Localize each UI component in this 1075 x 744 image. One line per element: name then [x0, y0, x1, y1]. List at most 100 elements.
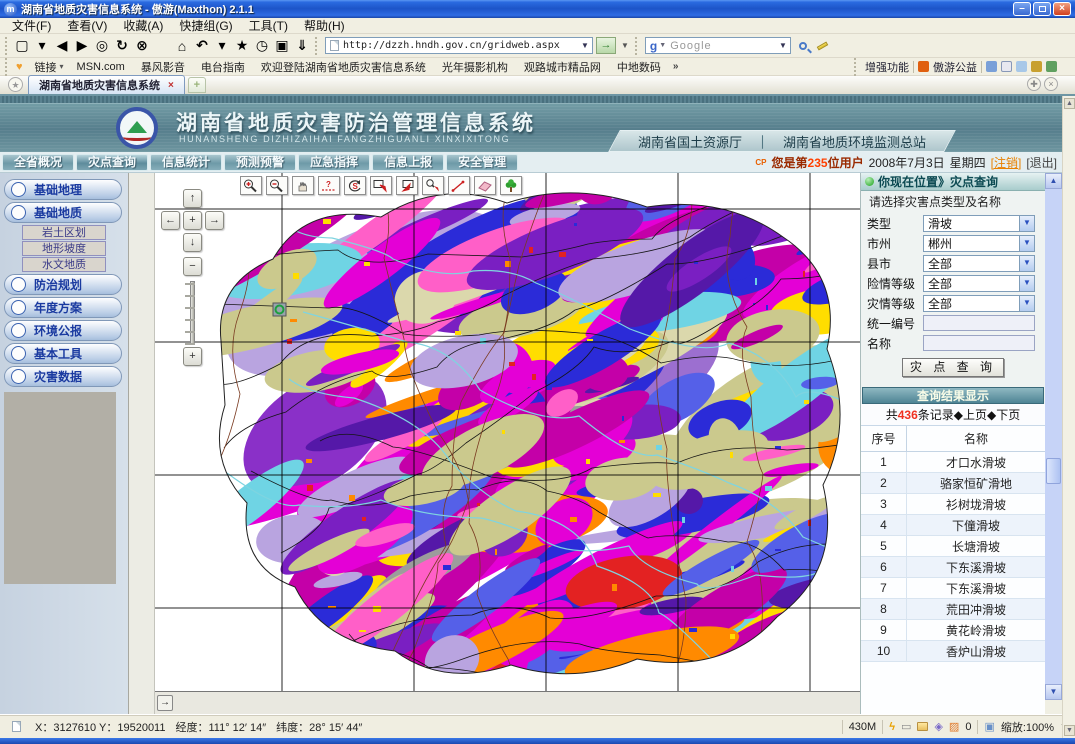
sidebar-item[interactable]: 年度方案 [0, 297, 128, 318]
toolbar-button[interactable]: ◷ [252, 36, 272, 56]
menu-item[interactable]: 快捷组(G) [171, 17, 240, 34]
logout-link[interactable]: [注销] [991, 154, 1022, 171]
window-icon[interactable] [1001, 61, 1012, 72]
map-tool-button[interactable] [292, 176, 314, 195]
panel-scrollbar[interactable]: ▲ ▼ [1045, 173, 1062, 714]
menu-item[interactable]: 查看(V) [59, 17, 115, 34]
tab-close-icon[interactable]: × [168, 80, 174, 91]
scroll-down-icon[interactable]: ▼ [1045, 684, 1062, 700]
nav-tab[interactable]: 应急指挥 [298, 154, 370, 171]
result-row[interactable]: 3 衫树垅滑坡 [861, 494, 1045, 515]
toolbar-button[interactable]: ▣ [272, 36, 292, 56]
bookmark-item[interactable]: 光年摄影机构 [434, 59, 516, 75]
search-input[interactable]: Google [666, 40, 776, 52]
chevron-down-icon[interactable]: ▼ [1019, 236, 1034, 251]
toolbar-button[interactable]: ▶ [72, 36, 92, 56]
bookmark-item[interactable]: 暴风影音 [133, 59, 193, 75]
toolbar-button[interactable] [152, 36, 172, 56]
sidebar-subitem[interactable]: 水文地质 [22, 257, 106, 272]
field-select[interactable]: 全部▼ [923, 295, 1035, 312]
zoom-out-step-button[interactable]: − [183, 257, 202, 276]
map-tool-button[interactable] [448, 176, 470, 195]
result-row[interactable]: 10 香炉山滑坡 [861, 641, 1045, 662]
map-tool-button[interactable] [266, 176, 288, 195]
tab-tools-icon[interactable]: ✚ [1027, 77, 1041, 91]
link-land-resources[interactable]: 湖南省国土资源厅 [638, 132, 742, 151]
nav-tab[interactable]: 预测预警 [224, 154, 296, 171]
toolbar-button[interactable]: ★ [232, 36, 252, 56]
result-row[interactable]: 5 长塘滑坡 [861, 536, 1045, 557]
extensions-button[interactable]: 增强功能 [865, 59, 909, 75]
scrollbar-track[interactable] [1045, 173, 1062, 700]
toolbar-grip[interactable] [5, 58, 9, 76]
toolbar-grip[interactable] [5, 37, 9, 55]
scroll-down-icon[interactable]: ▼ [1064, 725, 1075, 736]
map-tool-button[interactable] [370, 176, 392, 195]
bookmark-item[interactable]: 欢迎登陆湖南省地质灾害信息系统 [253, 59, 434, 75]
sidebar-item[interactable]: 基本工具 [0, 343, 128, 364]
map-tool-button[interactable]: ? [318, 176, 340, 195]
maximize-button[interactable] [1033, 2, 1051, 16]
result-row[interactable]: 1 才口水滑坡 [861, 452, 1045, 473]
prev-page-link[interactable]: ◆上页 [954, 406, 987, 423]
chevron-down-icon[interactable]: ▼ [659, 42, 666, 49]
pan-center-button[interactable]: + [183, 211, 202, 230]
toolbar-grip[interactable] [635, 37, 639, 55]
result-row[interactable]: 6 下东溪滑坡 [861, 557, 1045, 578]
bookmark-item[interactable]: 电台指南 [193, 59, 253, 75]
result-row[interactable]: 7 下东溪滑坡 [861, 578, 1045, 599]
charity-icon[interactable] [918, 61, 929, 72]
link-geo-monitor-station[interactable]: 湖南省地质环境监测总站 [783, 132, 926, 151]
scroll-right-button[interactable]: → [157, 695, 173, 711]
chevron-down-icon[interactable]: ▼ [578, 41, 592, 50]
field-select[interactable]: 郴州▼ [923, 235, 1035, 252]
brush-icon[interactable] [1031, 61, 1042, 72]
field-select[interactable]: 全部▼ [923, 255, 1035, 272]
map-tool-button[interactable] [396, 176, 418, 195]
zoom-level[interactable]: 缩放:100% [1001, 719, 1054, 735]
scroll-up-icon[interactable]: ▲ [1045, 173, 1062, 189]
map-tool-button[interactable] [240, 176, 262, 195]
toolbar-button[interactable]: ⌂ [172, 36, 192, 56]
menu-item[interactable]: 工具(T) [241, 17, 296, 34]
map-tool-button[interactable] [474, 176, 496, 195]
favorites-heart-icon[interactable]: ♥ [16, 61, 23, 73]
map-tool-button[interactable]: S [344, 176, 366, 195]
toolbar-button[interactable]: ↻ [112, 36, 132, 56]
toolbar-button[interactable]: ◎ [92, 36, 112, 56]
next-page-link[interactable]: ◆下页 [987, 406, 1020, 423]
result-row[interactable]: 9 黄花岭滑坡 [861, 620, 1045, 641]
close-button[interactable]: × [1053, 2, 1071, 16]
pan-down-button[interactable]: ↓ [183, 233, 202, 252]
field-input[interactable] [923, 335, 1035, 351]
tray-icon[interactable]: ▭ [901, 720, 911, 733]
highlighter-icon[interactable] [817, 41, 829, 50]
bookmark-item[interactable]: 中地数码 [609, 59, 669, 75]
bookmarks-overflow-button[interactable]: » [669, 61, 683, 72]
menu-item[interactable]: 帮助(H) [296, 17, 353, 34]
url-bar[interactable]: http://dzzh.hndh.gov.cn/gridweb.aspx ▼ [325, 37, 593, 54]
field-select[interactable]: 全部▼ [923, 275, 1035, 292]
toolbar-button[interactable]: ⊗ [132, 36, 152, 56]
toolbar-button[interactable]: ⇓ [292, 36, 312, 56]
sidebar-item[interactable]: 灾害数据 [0, 366, 128, 387]
map-viewport[interactable]: ?S ↑ ← + → ↓ − + → [155, 173, 860, 714]
toolbar-button[interactable]: ▾ [32, 36, 52, 56]
image-icon[interactable]: ▨ [949, 720, 959, 733]
go-button[interactable]: → [596, 37, 616, 54]
toolbar-grip[interactable] [854, 58, 858, 76]
sidebar-item[interactable]: 防治规划 [0, 274, 128, 295]
bookmark-item[interactable]: 链接▾ [27, 59, 69, 75]
pages-icon[interactable] [1016, 61, 1027, 72]
browser-tab[interactable]: 湖南省地质灾害信息系统× [28, 75, 185, 94]
result-row[interactable]: 4 下僮滑坡 [861, 515, 1045, 536]
toolbar-button[interactable]: ↶ [192, 36, 212, 56]
map-tool-button[interactable] [422, 176, 444, 195]
sidebar-subitem[interactable]: 地形坡度 [22, 241, 106, 256]
sidebar-item[interactable]: 环境公报 [0, 320, 128, 341]
menu-item[interactable]: 文件(F) [4, 17, 59, 34]
user-icon[interactable] [986, 61, 997, 72]
splitter[interactable] [128, 173, 155, 714]
new-tab-button[interactable]: + [188, 77, 206, 93]
page-scrollbar[interactable]: ▲ ▼ [1062, 96, 1075, 738]
